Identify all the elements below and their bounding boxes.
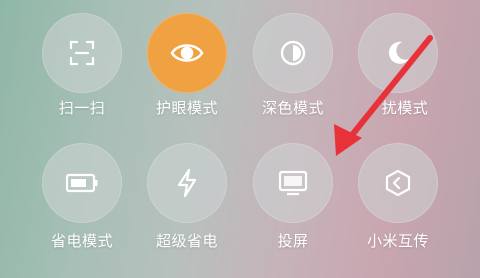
annotation-arrow-icon	[334, 35, 433, 156]
